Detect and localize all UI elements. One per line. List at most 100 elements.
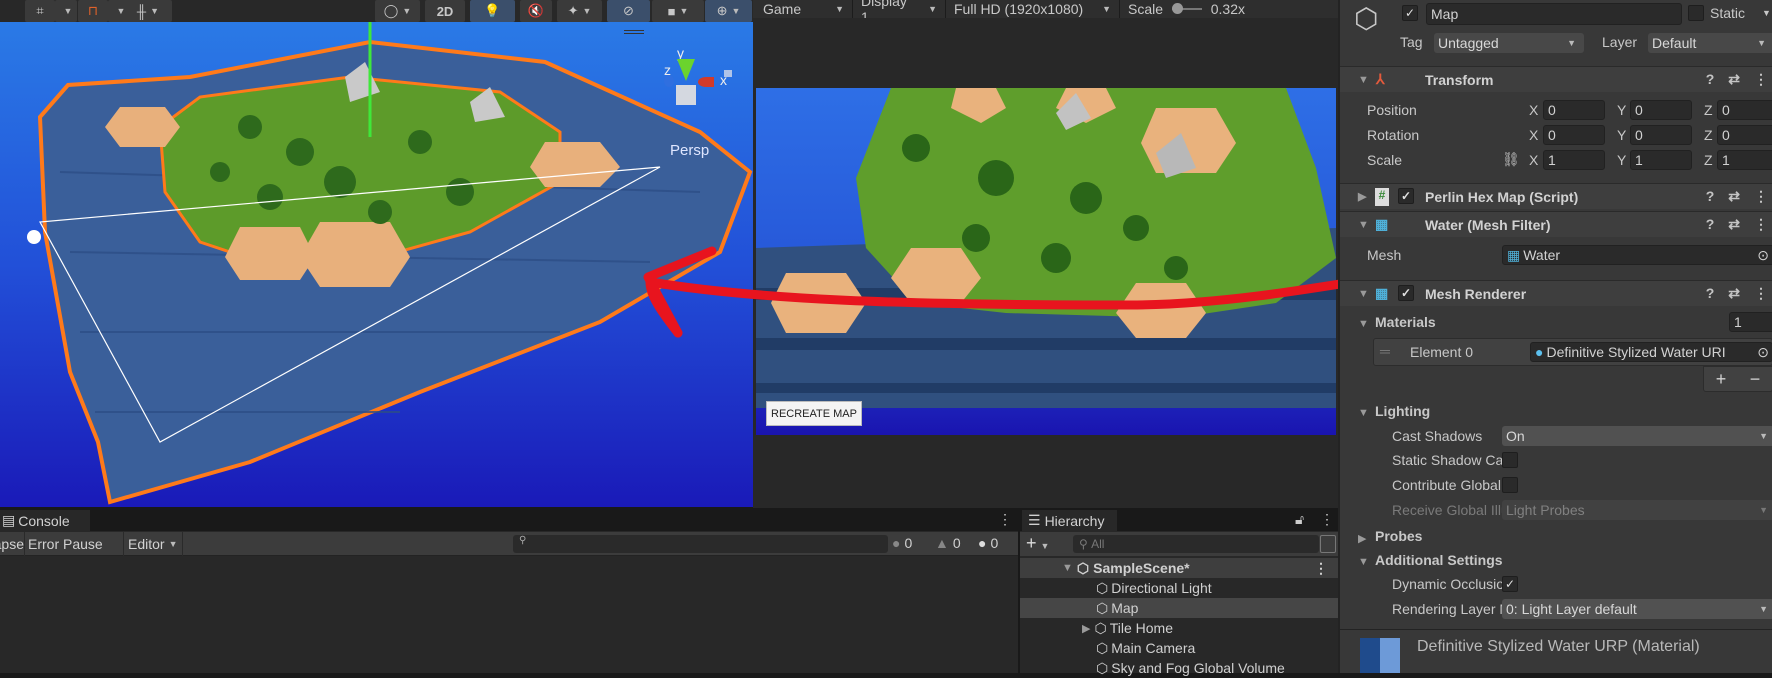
active-checkbox[interactable]: ✓ [1402, 5, 1418, 21]
grid-toggle-button[interactable]: ╫ ▼ [124, 0, 172, 22]
position-x-field[interactable]: 0 [1543, 100, 1605, 120]
static-shadow-checkbox[interactable] [1502, 452, 1518, 468]
tab-hierarchy[interactable]: ☰ Hierarchy [1022, 510, 1117, 531]
script-header[interactable]: ▶ # ✓ Perlin Hex Map (Script)? ⇄ ⋮ [1340, 183, 1772, 209]
grid-snap-button[interactable]: ⌗ [25, 0, 55, 22]
recreate-map-button[interactable]: RECREATE MAP [766, 401, 862, 426]
position-y-field[interactable]: 0 [1630, 100, 1692, 120]
lighting-toggle-icon[interactable]: 💡 [470, 0, 515, 22]
rotation-x-field[interactable]: 0 [1543, 125, 1605, 145]
scale-track[interactable] [1171, 3, 1202, 14]
collapse-button[interactable]: Collapse [0, 532, 25, 556]
help-icon[interactable]: ? [1706, 71, 1715, 88]
game-view-dropdown[interactable]: Game ▼ [755, 0, 853, 18]
rotation-y-field[interactable]: 0 [1630, 125, 1692, 145]
contribute-gi-checkbox[interactable] [1502, 477, 1518, 493]
audio-toggle-icon[interactable]: 🔇 [520, 0, 552, 22]
rendering-layer-dropdown[interactable]: 0: Light Layer default ▼ [1502, 599, 1772, 619]
mesh-field[interactable]: ▦ Water ⊙ [1502, 245, 1772, 265]
probes-foldout[interactable]: Probes [1375, 528, 1422, 544]
scene-view[interactable]: y z x Persp [0, 22, 753, 507]
hierarchy-item[interactable]: ▶ ⬡ Tile Home [1020, 618, 1338, 638]
error-count-toggle[interactable]: ● 0 [978, 535, 998, 551]
hierarchy-item[interactable]: ⬡ Directional Light [1020, 578, 1338, 598]
mesh-renderer-header[interactable]: ▼ ▦ ✓ Mesh Renderer? ⇄ ⋮ [1340, 280, 1772, 306]
orientation-gizmo[interactable]: y z x [650, 45, 730, 127]
name-field[interactable]: Map [1426, 3, 1682, 25]
gizmos-toggle-icon[interactable]: ⊕ ▼ [705, 0, 752, 22]
help-icon[interactable]: ? [1706, 285, 1715, 302]
error-pause-button[interactable]: Error Pause [28, 536, 103, 552]
script-enabled-checkbox[interactable]: ✓ [1398, 188, 1414, 204]
editor-dropdown[interactable]: Editor ▼ [123, 532, 183, 556]
scale-x-field[interactable]: 1 [1543, 150, 1605, 170]
transform-header[interactable]: ▼ ⅄ Transform? ⇄ ⋮ [1340, 66, 1772, 92]
effects-toggle-icon[interactable]: ✦ ▼ [557, 0, 602, 22]
dynamic-occlusion-checkbox[interactable]: ✓ [1502, 576, 1518, 592]
grid-snap-dropdown[interactable]: ▼ [55, 0, 77, 22]
presets-icon[interactable]: ⇄ [1728, 216, 1740, 233]
lighting-foldout[interactable]: Lighting [1375, 403, 1430, 419]
resolution-dropdown[interactable]: Full HD (1920x1080) ▼ [946, 0, 1120, 18]
menu-handle-icon[interactable] [624, 30, 644, 34]
presets-icon[interactable]: ⇄ [1728, 188, 1740, 205]
component-menu-icon[interactable]: ⋮ [1754, 71, 1768, 88]
panel-menu-icon[interactable]: ⋮ [1320, 511, 1334, 528]
materials-count-field[interactable]: 1 [1729, 312, 1772, 332]
display-dropdown[interactable]: Display 1 ▼ [853, 0, 946, 25]
scene-search-icon[interactable] [1320, 535, 1336, 553]
warn-count-toggle[interactable]: ▲ 0 [935, 535, 961, 551]
lock-icon[interactable] [724, 70, 732, 77]
scale-y-field[interactable]: 1 [1630, 150, 1692, 170]
help-icon[interactable]: ? [1706, 188, 1715, 205]
info-count-toggle[interactable]: ● 0 [892, 535, 912, 551]
sun-icon [27, 230, 41, 244]
increment-snap-button[interactable]: ⊓ [78, 0, 108, 22]
drag-handle-icon[interactable]: ═ [1380, 343, 1390, 359]
hidden-objects-icon[interactable]: ⊘ [607, 0, 650, 22]
mesh-filter-header[interactable]: ▼ ▦ Water (Mesh Filter)? ⇄ ⋮ [1340, 211, 1772, 237]
scale-slider[interactable]: Scale 0.32x [1120, 0, 1253, 18]
scene-menu-icon[interactable]: ⋮ [1314, 560, 1328, 577]
element0-material-field[interactable]: ● Definitive Stylized Water URI ⊙ [1530, 342, 1772, 362]
renderer-enabled-checkbox[interactable]: ✓ [1398, 285, 1414, 301]
presets-icon[interactable]: ⇄ [1728, 285, 1740, 302]
component-menu-icon[interactable]: ⋮ [1754, 216, 1768, 233]
create-button[interactable]: + ▼ [1026, 533, 1049, 554]
hierarchy-search-input[interactable]: ⚲ All [1073, 535, 1319, 553]
cast-shadows-dropdown[interactable]: On ▼ [1502, 426, 1772, 446]
scene-row[interactable]: ▼ ⬡ SampleScene* ⋮ [1020, 558, 1338, 578]
static-checkbox[interactable] [1688, 5, 1704, 21]
2d-toggle-button[interactable]: 2D [425, 0, 465, 22]
component-menu-icon[interactable]: ⋮ [1754, 188, 1768, 205]
hierarchy-item[interactable]: ⬡ Main Camera [1020, 638, 1338, 658]
material-header[interactable]: Definitive Stylized Water URP (Material) [1417, 638, 1700, 656]
add-element-button[interactable]: + [1716, 369, 1727, 390]
position-z-field[interactable]: 0 [1717, 100, 1772, 120]
layer-dropdown[interactable]: Default ▼ [1648, 33, 1772, 53]
additional-settings-foldout[interactable]: Additional Settings [1375, 552, 1503, 568]
hierarchy-item-selected[interactable]: ⬡ Map [1020, 598, 1338, 618]
remove-element-button[interactable]: − [1750, 369, 1761, 390]
tab-console[interactable]: ▤ Console [0, 510, 90, 531]
shading-mode-button[interactable]: ◯ ▼ [375, 0, 420, 22]
scale-z-field[interactable]: 1 [1717, 150, 1772, 170]
camera-settings-icon[interactable]: ■ ▼ [652, 0, 704, 22]
static-dropdown-icon[interactable]: ▼ [1762, 8, 1771, 18]
hierarchy-item[interactable]: ⬡ Sky and Fog Global Volume [1020, 658, 1338, 678]
projection-label[interactable]: Persp [670, 142, 709, 159]
console-search-input[interactable]: ⚲ [513, 535, 888, 553]
expand-arrow-icon[interactable]: ▶ [1082, 622, 1090, 635]
object-picker-icon[interactable]: ⊙ [1757, 247, 1769, 264]
panel-menu-icon[interactable]: ⋮ [998, 511, 1012, 528]
presets-icon[interactable]: ⇄ [1728, 71, 1740, 88]
help-icon[interactable]: ? [1706, 216, 1715, 233]
game-view[interactable]: RECREATE MAP [756, 88, 1336, 435]
component-menu-icon[interactable]: ⋮ [1754, 285, 1768, 302]
rotation-z-field[interactable]: 0 [1717, 125, 1772, 145]
tag-dropdown[interactable]: Untagged ▼ [1434, 33, 1584, 53]
object-picker-icon[interactable]: ⊙ [1757, 343, 1769, 361]
materials-foldout[interactable]: Materials [1375, 314, 1436, 330]
constrain-proportions-icon[interactable]: ⛓ [1502, 151, 1520, 168]
lock-icon[interactable]: 🔓︎ [1295, 511, 1304, 528]
